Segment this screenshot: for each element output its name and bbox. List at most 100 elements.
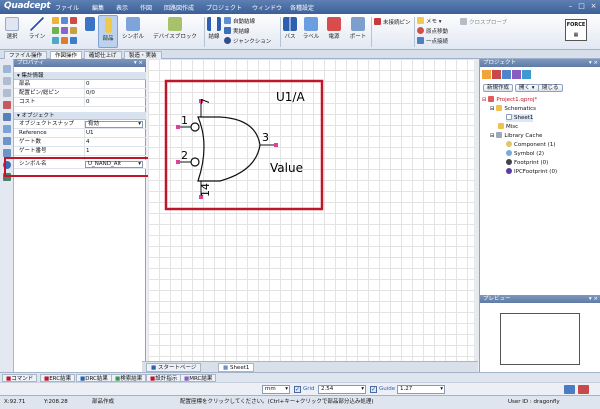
tree-project[interactable]: ⊟ Project1.qproj* — [482, 96, 537, 104]
redo-icon[interactable] — [3, 89, 11, 97]
status-icon-b[interactable] — [578, 385, 589, 394]
tree-component[interactable]: Component (1) — [506, 141, 555, 149]
panel-pin-icon[interactable]: ▾ × — [589, 59, 598, 67]
tree-schematics[interactable]: ⊟ Schematics — [490, 105, 536, 113]
pointer-icon[interactable] — [3, 65, 11, 73]
rect-tool-icon[interactable] — [52, 17, 59, 24]
guide-select[interactable]: 1.27 ▾ — [397, 385, 445, 394]
real-wire-button[interactable]: 実結線 — [224, 27, 250, 35]
select-button[interactable]: 選択 — [2, 16, 22, 40]
chevron-down-icon: ▾ — [138, 121, 141, 127]
port-button[interactable]: ポート — [347, 16, 369, 40]
origin-icon — [417, 27, 424, 34]
status-icon-a[interactable] — [564, 385, 575, 394]
text-tool-icon[interactable] — [61, 27, 68, 34]
schematic-canvas[interactable]: U1/A Value 1 2 3 7 14 — [148, 59, 474, 361]
preview-thumbnail[interactable] — [500, 313, 580, 365]
new-button[interactable]: 新規作成 — [483, 84, 514, 92]
origin-move-button[interactable]: 原点移動 — [417, 27, 448, 35]
maximize-icon[interactable]: □ — [577, 2, 586, 11]
pin-label-3: 3 — [262, 131, 269, 144]
tree-symbol[interactable]: Symbol (2) — [506, 150, 544, 158]
menu-draw[interactable]: 作図 — [140, 3, 152, 12]
print-icon[interactable] — [3, 125, 11, 133]
delete-icon[interactable] — [3, 101, 11, 109]
tab-design[interactable]: ■設計指示 — [146, 374, 182, 382]
menu-window[interactable]: ウィンドウ — [252, 3, 282, 12]
symbol-reference[interactable]: U1/A — [276, 90, 305, 104]
tab-check-finish[interactable]: 確認仕上げ — [84, 51, 122, 59]
pin-marker-2[interactable] — [176, 160, 180, 164]
tab-search[interactable]: ■検索結果 — [111, 374, 147, 382]
guide-checkbox[interactable]: ✓ — [370, 386, 377, 393]
panel-pin-icon[interactable]: ▾ × — [134, 59, 143, 67]
zoom-in-icon[interactable] — [3, 137, 11, 145]
tree-ipc-footprint[interactable]: IPCFootprint (0) — [506, 168, 557, 176]
close-button[interactable]: 閉じる — [538, 84, 563, 92]
tree-misc[interactable]: Misc — [498, 123, 518, 131]
dimension-tool-icon[interactable] — [70, 37, 77, 44]
menu-view[interactable]: 表示 — [116, 3, 128, 12]
label-button[interactable]: ラベル — [301, 16, 321, 40]
menu-project[interactable]: プロジェクト — [206, 3, 242, 12]
menu-settings[interactable]: 各種設定 — [290, 3, 314, 12]
bus-button[interactable]: バス — [282, 16, 298, 40]
pin-marker-1[interactable] — [176, 125, 180, 129]
table-tool-icon[interactable] — [61, 37, 68, 44]
section-stats[interactable]: ▾ 集計情報 — [14, 72, 146, 80]
tab-mrc[interactable]: ■MRC結果 — [180, 374, 217, 382]
snap-select[interactable]: 有効 ▾ — [85, 121, 143, 128]
polygon-tool-icon[interactable] — [52, 27, 59, 34]
cross-probe-button[interactable]: クロスプローブ — [460, 18, 507, 26]
menu-edit[interactable]: 編集 — [92, 3, 104, 12]
tree-footprint[interactable]: Footprint (0) — [506, 159, 548, 167]
grid-checkbox[interactable]: ✓ — [294, 386, 301, 393]
zoom-out-icon[interactable] — [3, 149, 11, 157]
grid-select[interactable]: 2.54 ▾ — [318, 385, 366, 394]
save-icon[interactable] — [3, 113, 11, 121]
settings-icon[interactable] — [512, 70, 521, 79]
part-button[interactable] — [84, 16, 96, 32]
symbol-value[interactable]: Value — [270, 161, 303, 175]
device-block-button[interactable]: デバイスブロック — [148, 16, 202, 40]
open-button[interactable]: 開く ▾ — [515, 84, 539, 92]
library-icon[interactable] — [502, 70, 511, 79]
circle-tool-icon[interactable] — [61, 17, 68, 24]
unconnected-pin-button[interactable]: 未接続ピン — [374, 18, 411, 26]
curve-tool-icon[interactable] — [52, 37, 59, 44]
tab-command[interactable]: ■コマンド — [2, 374, 38, 382]
pin-marker-3[interactable] — [274, 143, 278, 147]
refresh-icon[interactable] — [522, 70, 531, 79]
tab-start-page[interactable]: ■ スタートページ — [146, 363, 202, 372]
new-project-icon[interactable] — [492, 70, 501, 79]
unit-select[interactable]: mm ▾ — [262, 385, 290, 394]
undo-icon[interactable] — [3, 77, 11, 85]
tab-manufacture[interactable]: 製造・実装 — [124, 51, 162, 59]
section-object[interactable]: ▾ オブジェクト — [14, 112, 146, 120]
minimize-icon[interactable]: – — [566, 2, 575, 11]
status-mode: 部品作成 — [92, 399, 115, 405]
auto-wire-button[interactable]: 自動結線 — [224, 17, 255, 25]
tab-draw-ops[interactable]: 作図操作 — [50, 51, 83, 59]
tab-file-ops[interactable]: ファイル操作 — [4, 51, 48, 59]
part-button-active[interactable]: 部品 — [98, 15, 118, 48]
line-button[interactable]: ライン — [26, 16, 48, 40]
tab-erc[interactable]: ■ERC結果 — [40, 374, 76, 382]
symbol-button[interactable]: シンボル — [120, 16, 146, 40]
open-folder-icon[interactable] — [482, 70, 491, 79]
memo-button[interactable]: メモ ▾ — [417, 17, 442, 25]
image-tool-icon[interactable] — [70, 27, 77, 34]
tab-drc[interactable]: ■DRC結果 — [76, 374, 112, 382]
menu-schematic[interactable]: 回路図作成 — [164, 3, 194, 12]
arc-tool-icon[interactable] — [70, 17, 77, 24]
menu-file[interactable]: ファイル — [55, 3, 79, 12]
panel-pin-icon[interactable]: ▾ × — [589, 295, 598, 303]
tree-sheet1[interactable]: Sheet1 — [506, 114, 534, 122]
power-button[interactable]: 電源 — [324, 16, 344, 40]
junction-button[interactable]: ジャンクション — [224, 37, 271, 45]
tab-sheet1[interactable]: ■ Sheet1 — [218, 363, 255, 372]
close-icon[interactable]: × — [589, 2, 598, 11]
single-point-button[interactable]: 一点接続 — [417, 37, 448, 45]
tree-library-cache[interactable]: ⊟ Library Cache — [490, 132, 542, 140]
wire-button[interactable]: 結線 — [206, 16, 222, 40]
